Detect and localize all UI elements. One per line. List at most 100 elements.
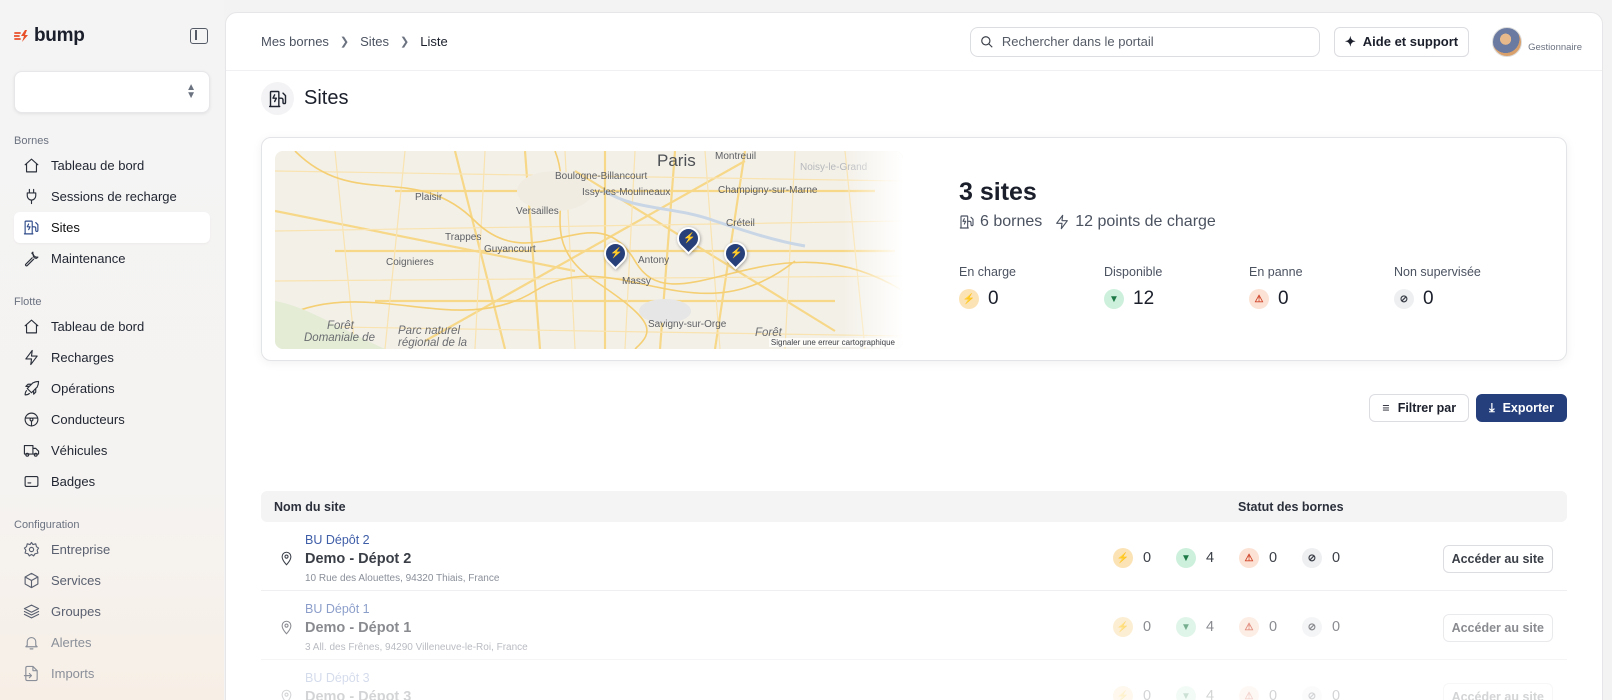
sidebar-item-entreprise[interactable]: Entreprise xyxy=(14,534,210,565)
chevron-updown-icon: ▲ ▼ xyxy=(186,82,196,101)
signal-off-icon: ⊘ xyxy=(1302,548,1322,568)
available-count: 4 xyxy=(1206,688,1215,700)
sidebar-item-conducteurs[interactable]: Conducteurs xyxy=(14,404,210,435)
plug-available-icon: ▼ xyxy=(1176,548,1196,568)
bornes-count-label: 6 bornes xyxy=(980,213,1043,230)
sidebar-item-alertes[interactable]: Alertes xyxy=(14,627,210,658)
status-disponible: Disponible ▼ 12 xyxy=(1104,265,1249,310)
column-header-status: Statut des bornes xyxy=(1238,500,1344,514)
location-pin-icon xyxy=(279,551,294,571)
charging-plug-icon: ⚡ xyxy=(610,248,623,259)
sidebar-item-bornes-dashboard[interactable]: Tableau de bord xyxy=(14,150,210,181)
signal-off-icon: ⊘ xyxy=(1302,617,1322,637)
map-label: Guyancourt xyxy=(484,244,536,255)
help-support-label: Aide et support xyxy=(1362,34,1459,49)
search-input[interactable]: Rechercher dans le portail xyxy=(969,26,1320,57)
sidebar-item-label: Sites xyxy=(51,220,80,235)
sidebar-item-label: Tableau de bord xyxy=(51,158,145,173)
sidebar-item-label: Entreprise xyxy=(51,542,111,557)
filter-label: Filtrer par xyxy=(1397,401,1457,415)
charge-count: 0 xyxy=(1143,688,1152,700)
page-header: Sites xyxy=(226,71,1602,115)
sidebar-item-groupes[interactable]: Groupes xyxy=(14,596,210,627)
sidebar-item-label: Conducteurs xyxy=(51,412,125,427)
status-value: 0 xyxy=(1278,288,1289,309)
status-label: Non supervisée xyxy=(1394,265,1481,279)
charge-count: 0 xyxy=(1143,619,1152,635)
sidebar-item-label: Services xyxy=(51,573,101,588)
filter-button[interactable]: ≡ Filtrer par xyxy=(1369,394,1470,422)
sidebar-item-operations[interactable]: Opérations xyxy=(14,373,210,404)
map-label: Issy-les-Moulineaux xyxy=(582,187,671,198)
sidebar-collapse-icon[interactable] xyxy=(190,28,208,44)
unsupervised-count: 0 xyxy=(1332,619,1341,635)
location-pin-icon xyxy=(279,620,294,640)
section-label-configuration: Configuration xyxy=(14,519,80,531)
rocket-icon xyxy=(22,380,40,398)
user-menu[interactable]: Gestionnaire xyxy=(1492,26,1582,57)
layers-icon xyxy=(22,603,40,621)
status-value: 0 xyxy=(1423,288,1434,309)
warning-icon: ⚠ xyxy=(1239,617,1259,637)
truck-icon xyxy=(22,442,40,460)
table-actions: ≡ Filtrer par ⤓ Exporter xyxy=(1369,394,1567,422)
sidebar: bump ▲ ▼ Bornes Tableau de bord Sessions … xyxy=(0,0,224,700)
sidebar-item-services[interactable]: Services xyxy=(14,565,210,596)
breadcrumb-sites[interactable]: Sites xyxy=(360,34,389,49)
charging-plug-icon: ⚡ xyxy=(683,233,696,244)
steering-wheel-icon xyxy=(22,411,40,429)
sidebar-item-badges[interactable]: Badges xyxy=(14,466,210,497)
map-label: Coignieres xyxy=(386,257,434,268)
sites-map[interactable]: Paris Montreuil Noisy-le-Grand Boulogne-… xyxy=(275,151,903,349)
status-label: Disponible xyxy=(1104,265,1163,279)
search-placeholder: Rechercher dans le portail xyxy=(1001,34,1154,49)
site-name: Demo - Dépot 2 xyxy=(305,551,412,567)
access-site-button[interactable]: Accéder au site xyxy=(1442,614,1553,642)
site-name: Demo - Dépot 1 xyxy=(305,620,412,636)
filter-icon: ≡ xyxy=(1382,401,1390,415)
sidebar-item-label: Recharges xyxy=(51,350,114,365)
site-code-link[interactable]: BU Dépôt 2 xyxy=(305,533,370,547)
site-code-link[interactable]: BU Dépôt 1 xyxy=(305,602,370,616)
fault-count: 0 xyxy=(1269,619,1278,635)
site-code-link[interactable]: BU Dépôt 3 xyxy=(305,671,370,685)
map-label: Trappes xyxy=(445,232,482,243)
sidebar-item-sessions[interactable]: Sessions de recharge xyxy=(14,181,210,212)
warning-icon: ⚠ xyxy=(1249,289,1269,309)
sidebar-item-label: Véhicules xyxy=(51,443,108,458)
access-site-button[interactable]: Accéder au site xyxy=(1442,683,1553,700)
status-value: 12 xyxy=(1133,288,1155,309)
fault-count: 0 xyxy=(1269,550,1278,566)
map-label: Massy xyxy=(622,276,651,287)
sidebar-item-maintenance[interactable]: Maintenance xyxy=(14,243,210,274)
map-label: Antony xyxy=(638,255,670,266)
sites-stats: 3 sites 6 bornes 12 points de charge En … xyxy=(959,178,1559,310)
map-label: Champigny-sur-Marne xyxy=(718,185,818,196)
table-row: BU Dépôt 2 Demo - Dépot 2 10 Rue des Alo… xyxy=(261,523,1567,591)
sidebar-item-sites[interactable]: Sites xyxy=(14,212,210,243)
status-grid: En charge ⚡ 0 Disponible ▼ 12 En panne ⚠ 0 … xyxy=(959,265,1559,310)
available-count: 4 xyxy=(1206,619,1215,635)
brand-bar: bump xyxy=(14,0,210,72)
sidebar-item-vehicules[interactable]: Véhicules xyxy=(14,435,210,466)
access-site-button[interactable]: Accéder au site xyxy=(1442,545,1553,573)
export-button[interactable]: ⤓ Exporter xyxy=(1476,394,1567,422)
map-label: Domaniale de xyxy=(304,332,375,344)
column-header-site-name[interactable]: Nom du site xyxy=(274,500,346,514)
breadcrumb-mes-bornes[interactable]: Mes bornes xyxy=(261,34,329,49)
sidebar-item-fleet-dashboard[interactable]: Tableau de bord xyxy=(14,311,210,342)
map-report-error-link[interactable]: Signaler une erreur cartographique xyxy=(768,338,897,347)
unsupervised-count: 0 xyxy=(1332,550,1341,566)
sidebar-item-label: Maintenance xyxy=(51,251,126,266)
charging-station-icon xyxy=(959,215,974,229)
wrench-icon xyxy=(22,250,40,268)
sidebar-item-imports[interactable]: Imports xyxy=(14,658,210,689)
help-support-button[interactable]: ✦ Aide et support xyxy=(1333,26,1470,57)
map-fade-overlay xyxy=(843,151,903,349)
avatar xyxy=(1492,26,1523,57)
organization-select[interactable]: ▲ ▼ xyxy=(14,71,210,113)
site-name: Demo - Dépot 3 xyxy=(305,689,412,700)
bump-logo[interactable]: bump xyxy=(14,25,85,47)
sidebar-item-recharges[interactable]: Recharges xyxy=(14,342,210,373)
map-label: Paris xyxy=(657,151,696,170)
